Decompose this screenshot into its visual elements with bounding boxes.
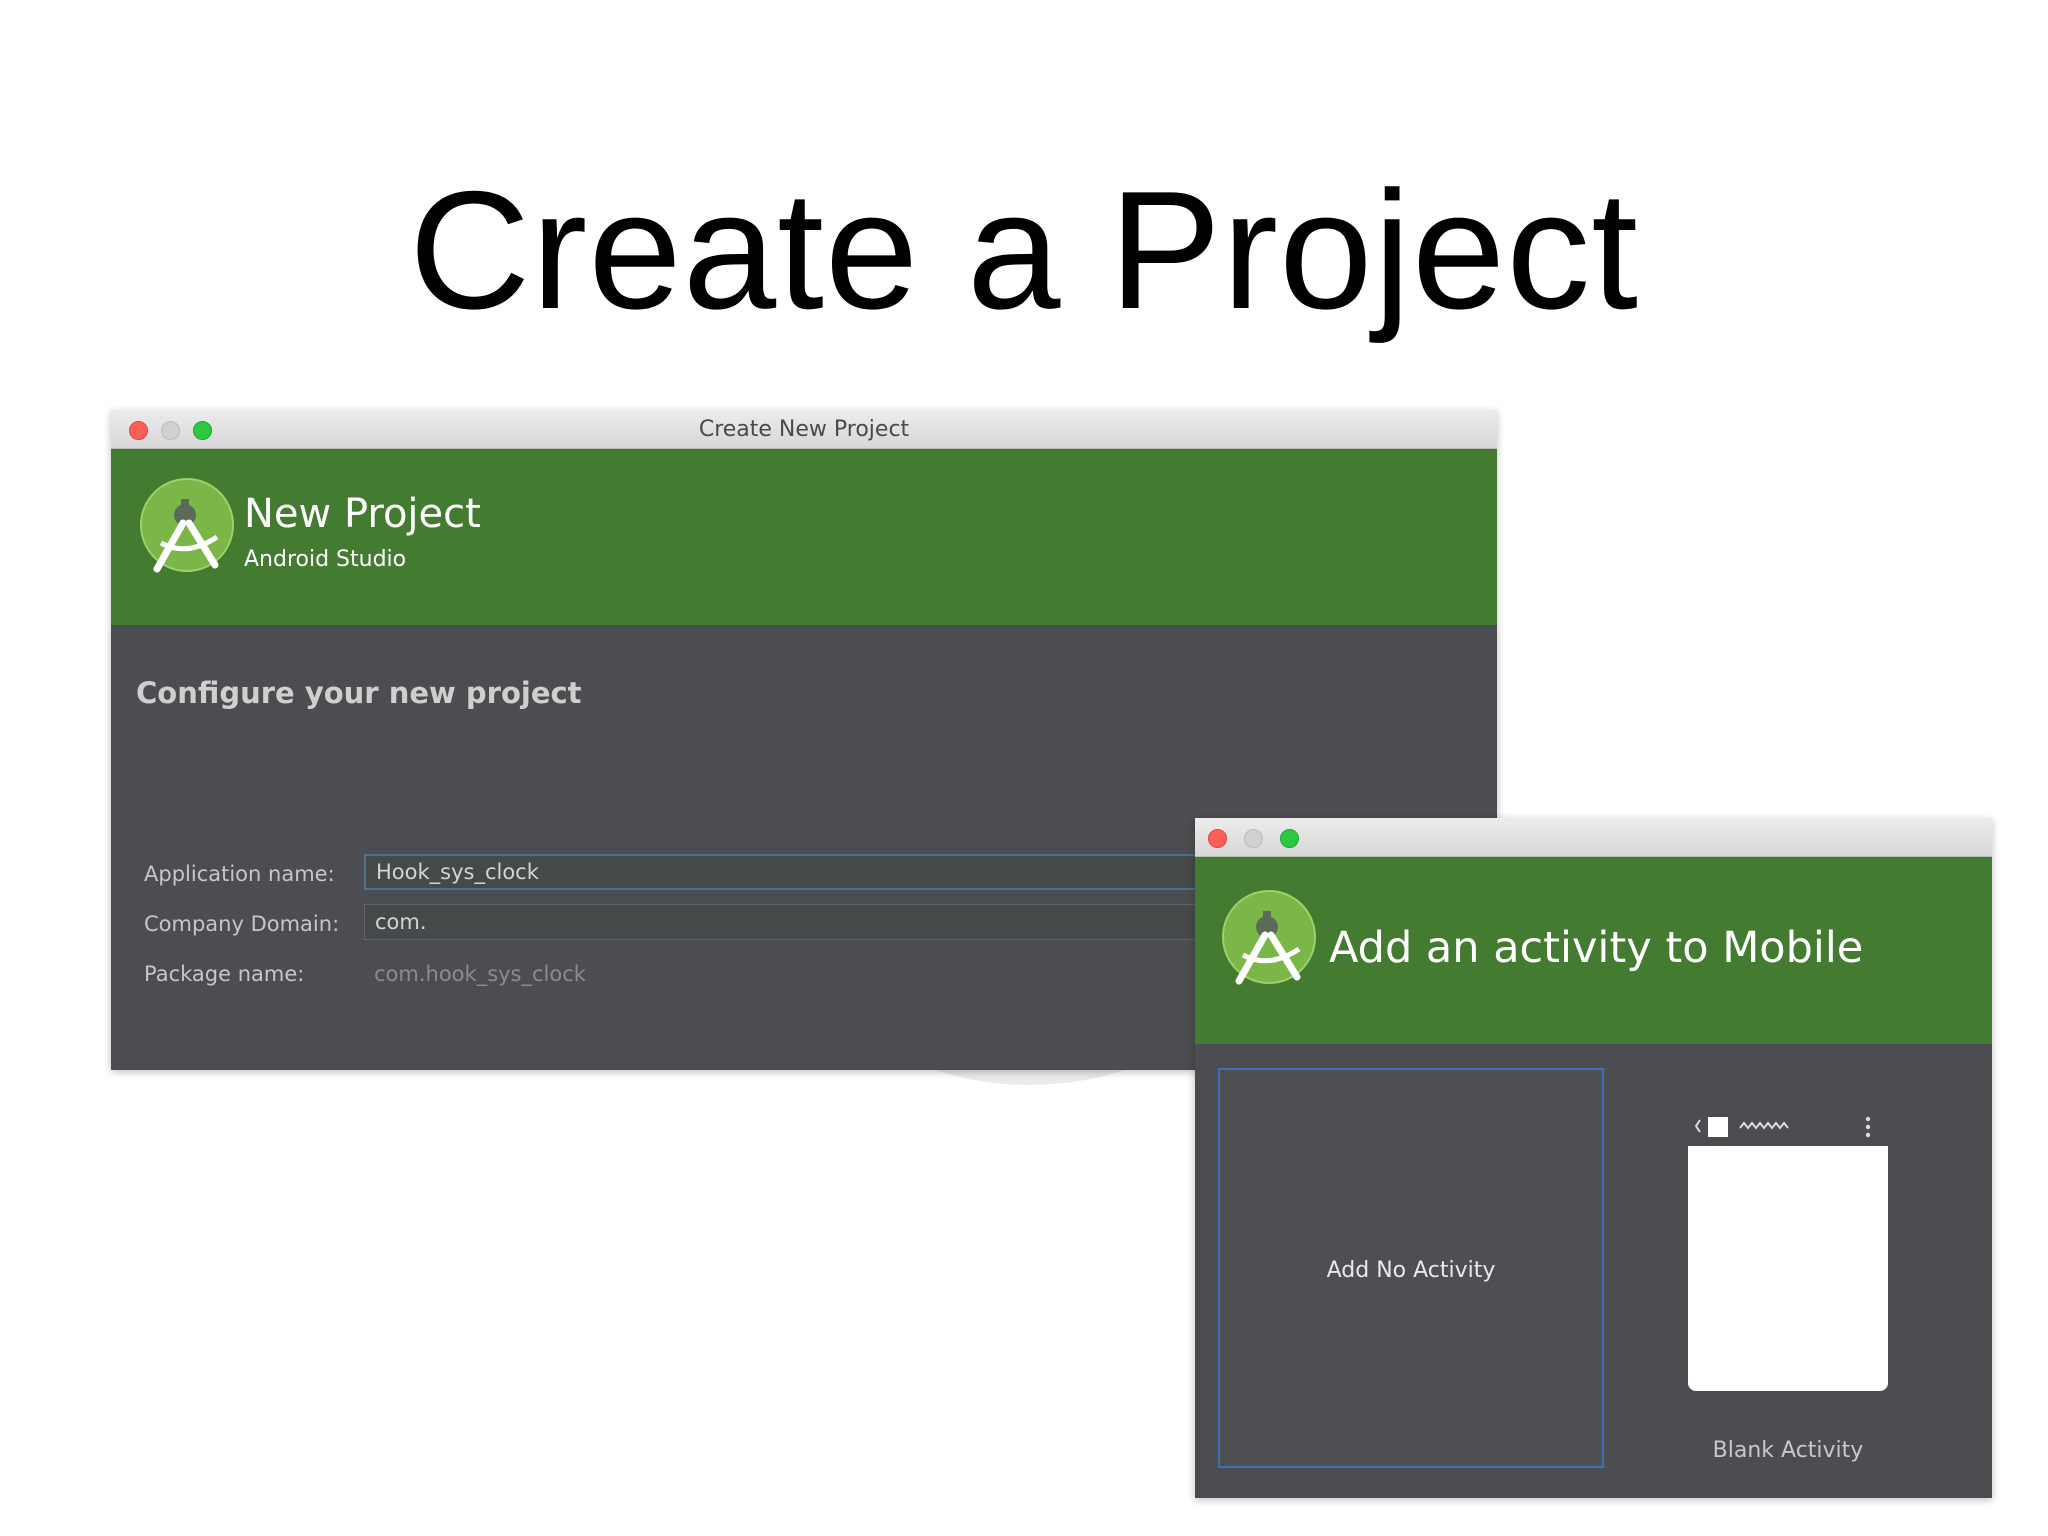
- header-subtitle: Android Studio: [244, 547, 407, 572]
- android-studio-icon: [1222, 890, 1316, 985]
- company-domain-label: Company Domain:: [144, 912, 340, 936]
- header-title: Add an activity to Mobile: [1329, 923, 1864, 973]
- header-title: New Project: [244, 491, 481, 537]
- add-no-activity-label: Add No Activity: [1326, 1258, 1496, 1283]
- section-heading: Configure your new project: [136, 676, 582, 710]
- phone-toolbar: [1688, 1106, 1888, 1146]
- application-name-label: Application name:: [144, 862, 335, 886]
- toolbar-icons-icon: [1694, 1116, 1871, 1138]
- android-studio-icon: [140, 478, 234, 573]
- add-activity-header: Add an activity to Mobile: [1195, 857, 1992, 1044]
- zoom-window-button[interactable]: [1280, 829, 1299, 848]
- minimize-window-button[interactable]: [1244, 829, 1263, 848]
- add-activity-window: Add an activity to Mobile Add No Activit…: [1195, 818, 1992, 1498]
- new-project-header: New Project Android Studio: [111, 449, 1497, 625]
- close-window-button[interactable]: [1208, 829, 1227, 848]
- package-name-label: Package name:: [144, 962, 305, 986]
- blank-activity-tile[interactable]: [1688, 1106, 1888, 1391]
- add-no-activity-tile[interactable]: Add No Activity: [1218, 1068, 1604, 1468]
- blank-activity-label: Blank Activity: [1712, 1438, 1864, 1463]
- window-title: Create New Project: [698, 417, 910, 442]
- titlebar: Create New Project: [111, 410, 1497, 449]
- package-name-value: com.hook_sys_clock: [374, 962, 586, 986]
- slide-title: Create a Project: [409, 156, 1639, 344]
- phone-screen-preview: [1688, 1146, 1888, 1391]
- titlebar: [1195, 818, 1992, 857]
